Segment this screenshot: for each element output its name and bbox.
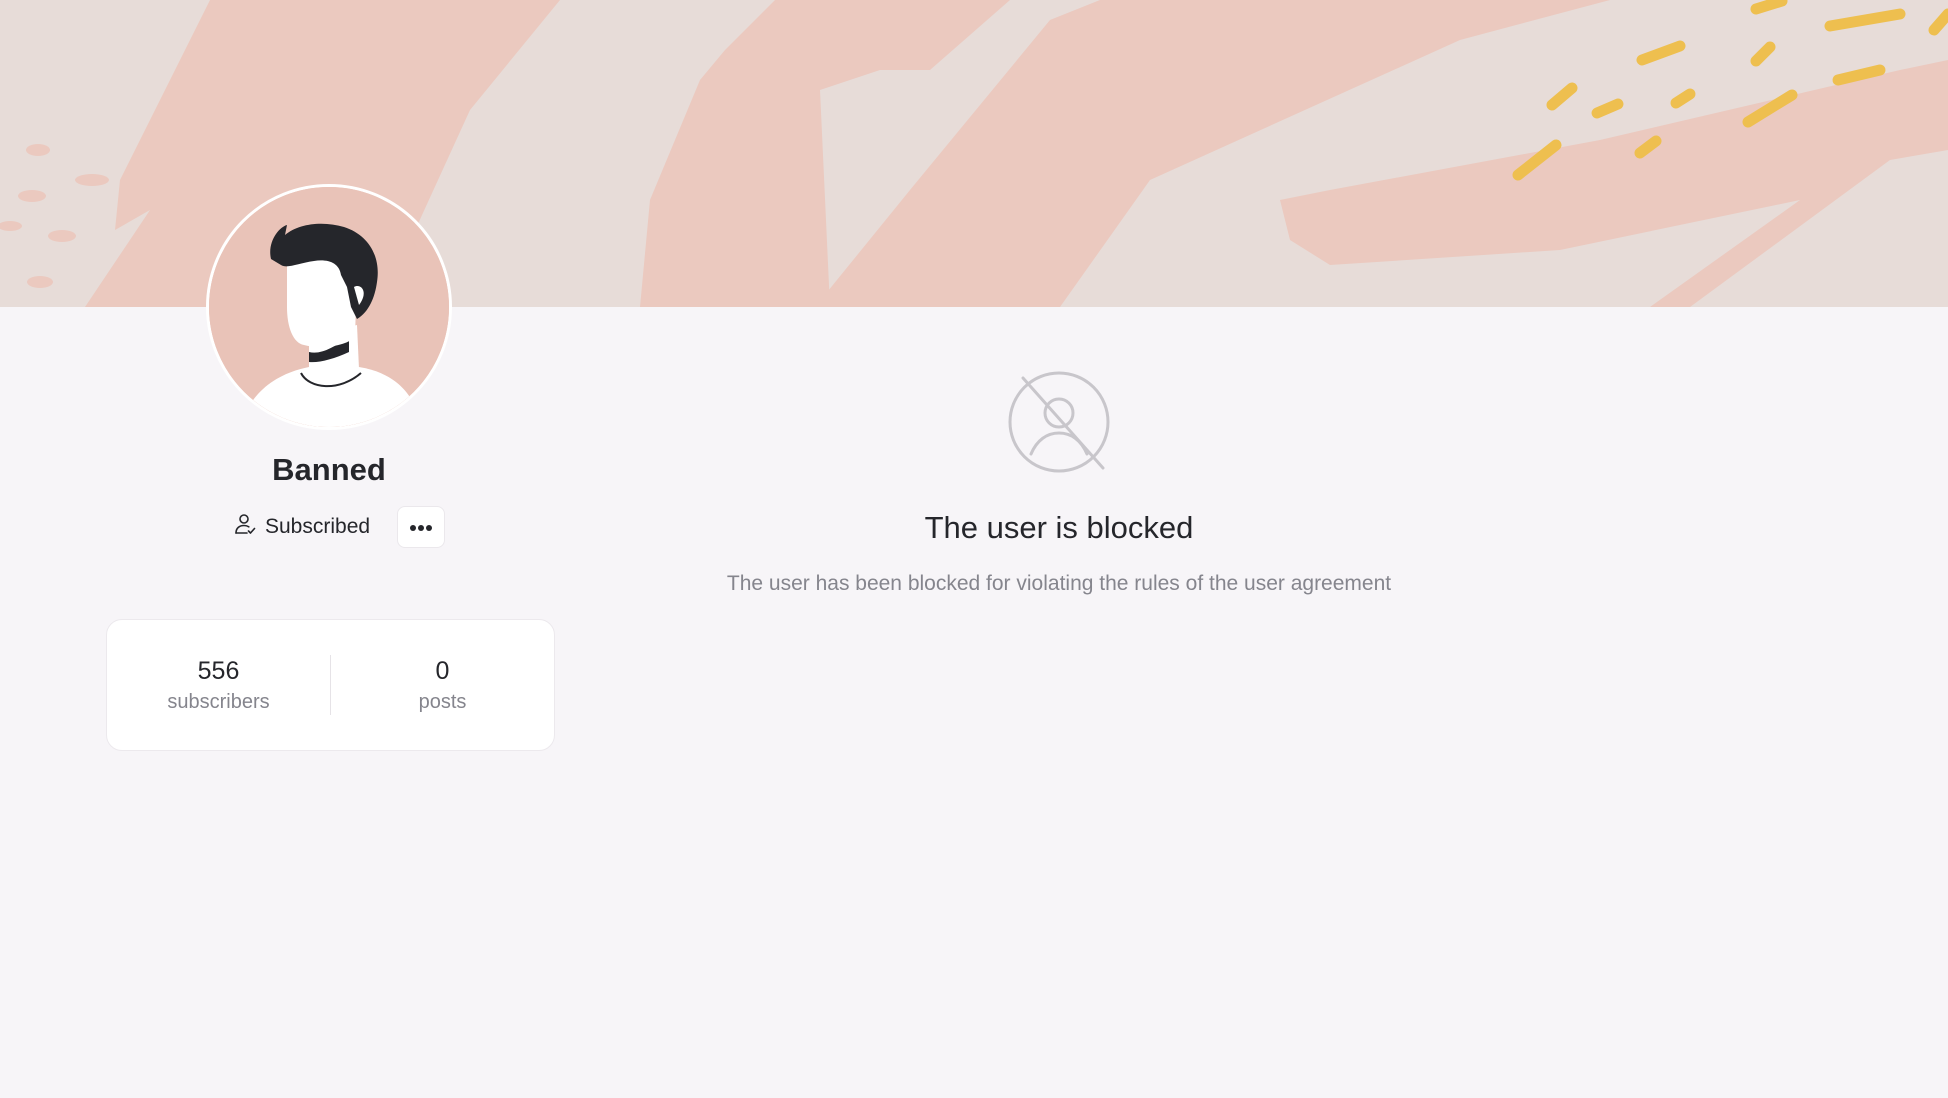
blocked-description: The user has been blocked for violating … xyxy=(726,572,1392,595)
profile-actions: Subscribed xyxy=(231,506,446,548)
stat-subscribers[interactable]: 556 subscribers xyxy=(107,654,330,716)
user-check-icon xyxy=(233,512,257,542)
profile-name: Banned xyxy=(272,452,386,487)
profile-page: Banned Subscribed 556 subscribers 0 post… xyxy=(0,0,1948,1098)
avatar-illustration xyxy=(209,187,449,427)
posts-label: posts xyxy=(418,691,467,713)
blocked-notice: The user is blocked The user has been bl… xyxy=(600,370,1518,596)
subscribers-count: 556 xyxy=(197,657,240,685)
avatar xyxy=(206,184,452,430)
subscribed-button[interactable]: Subscribed xyxy=(231,506,370,548)
blocked-title: The user is blocked xyxy=(924,510,1194,545)
subscribers-label: subscribers xyxy=(167,691,270,713)
more-options-button[interactable] xyxy=(397,506,446,548)
more-horizontal-icon xyxy=(409,520,433,535)
posts-count: 0 xyxy=(435,657,450,685)
subscribed-label: Subscribed xyxy=(265,515,371,538)
stats-card: 556 subscribers 0 posts xyxy=(106,619,555,751)
stat-posts[interactable]: 0 posts xyxy=(331,654,554,716)
user-blocked-icon xyxy=(600,370,1518,474)
